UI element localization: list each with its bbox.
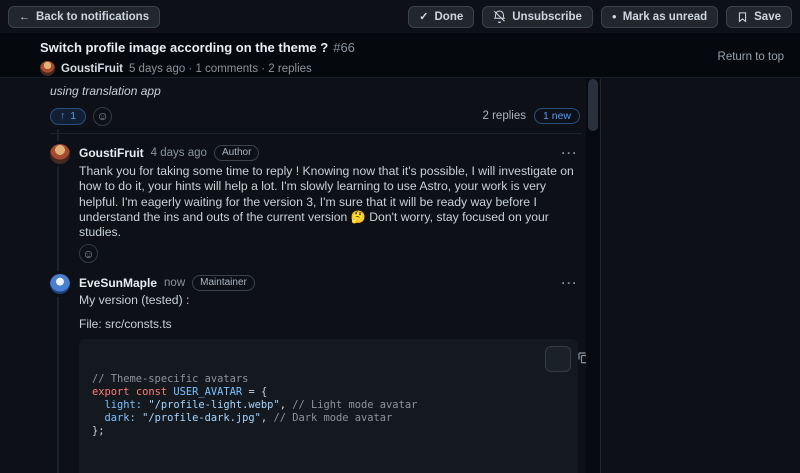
issue-title: Switch profile image according on the th… bbox=[40, 40, 328, 55]
issue-author-avatar[interactable] bbox=[40, 61, 55, 76]
reply-author-avatar[interactable] bbox=[50, 274, 70, 294]
copy-code-button[interactable] bbox=[545, 346, 571, 372]
issue-number: #66 bbox=[333, 40, 355, 55]
replies-count-label: 2 replies bbox=[483, 110, 526, 122]
done-label: Done bbox=[435, 11, 464, 23]
replies-summary: 2 replies 1 new bbox=[483, 108, 581, 124]
reply-header: GoustiFruit 4 days ago Author ··· bbox=[79, 144, 582, 162]
bell-slash-icon bbox=[493, 10, 506, 23]
upvote-button[interactable]: ↑ 1 bbox=[50, 108, 86, 125]
reply-author-name[interactable]: GoustiFruit bbox=[79, 146, 144, 160]
discussion-pane: using translation app ↑ 1 ☺ 2 replies 1 … bbox=[12, 79, 586, 473]
replies-divider bbox=[50, 133, 582, 134]
issue-meta-text: 5 days ago · 1 comments · 2 replies bbox=[129, 63, 312, 75]
unsubscribe-label: Unsubscribe bbox=[512, 11, 582, 23]
smiley-icon: ☺ bbox=[96, 109, 108, 123]
return-to-top-link[interactable]: Return to top bbox=[718, 51, 784, 77]
parent-comment-text: using translation app bbox=[50, 84, 582, 98]
issue-author-name[interactable]: GoustiFruit bbox=[61, 63, 123, 75]
reply-comment: EveSunMaple now Maintainer ··· My versio… bbox=[50, 274, 582, 473]
reply-comment: GoustiFruit 4 days ago Author ··· Thank … bbox=[50, 144, 582, 263]
issue-header: Switch profile image according on the th… bbox=[0, 33, 800, 78]
code-block-consts: // Theme-specific avatarsexport const US… bbox=[79, 339, 578, 473]
reply-reaction-row: ☺ bbox=[79, 244, 582, 263]
kebab-menu-icon[interactable]: ··· bbox=[562, 146, 579, 160]
add-reaction-button[interactable]: ☺ bbox=[79, 244, 98, 263]
mark-as-unread-label: Mark as unread bbox=[623, 11, 707, 23]
file-path-label: File: src/consts.ts bbox=[79, 317, 582, 332]
arrow-up-icon: ↑ bbox=[60, 110, 65, 122]
add-reaction-button[interactable]: ☺ bbox=[93, 107, 112, 126]
mark-as-unread-button[interactable]: ● Mark as unread bbox=[601, 6, 718, 28]
reply-content: EveSunMaple now Maintainer ··· My versio… bbox=[79, 274, 582, 473]
issue-title-row: Switch profile image according on the th… bbox=[40, 39, 355, 57]
copy-icon bbox=[526, 336, 586, 382]
back-button-label: Back to notifications bbox=[36, 11, 149, 23]
reply-header: EveSunMaple now Maintainer ··· bbox=[79, 274, 582, 292]
reply-author-avatar[interactable] bbox=[50, 144, 70, 164]
unsubscribe-button[interactable]: Unsubscribe bbox=[482, 6, 593, 28]
reply-timestamp: now bbox=[164, 277, 185, 289]
toolbar-actions: ✓ Done Unsubscribe ● Mark as unread Save bbox=[408, 6, 792, 28]
reply-author-name[interactable]: EveSunMaple bbox=[79, 276, 157, 290]
dot-icon: ● bbox=[612, 12, 617, 21]
maintainer-badge: Maintainer bbox=[192, 275, 255, 291]
reaction-buttons: ↑ 1 ☺ bbox=[50, 107, 112, 126]
scrollbar[interactable] bbox=[586, 79, 600, 473]
kebab-menu-icon[interactable]: ··· bbox=[562, 276, 579, 290]
issue-header-left: Switch profile image according on the th… bbox=[40, 39, 355, 77]
author-badge: Author bbox=[214, 145, 259, 161]
arrow-left-icon: ← bbox=[19, 11, 30, 23]
scrollbar-thumb[interactable] bbox=[588, 79, 598, 131]
parent-comment-footer: ↑ 1 ☺ 2 replies 1 new bbox=[50, 107, 582, 125]
issue-meta-row: GoustiFruit 5 days ago · 1 comments · 2 … bbox=[40, 61, 355, 76]
back-to-notifications-button[interactable]: ← Back to notifications bbox=[8, 6, 160, 28]
reply-timestamp: 4 days ago bbox=[151, 147, 207, 159]
smiley-icon: ☺ bbox=[82, 247, 94, 261]
reply-intro-text: My version (tested) : bbox=[79, 293, 582, 308]
upvote-count: 1 bbox=[70, 110, 76, 122]
new-replies-badge[interactable]: 1 new bbox=[534, 108, 580, 124]
reply-content: GoustiFruit 4 days ago Author ··· Thank … bbox=[79, 144, 582, 263]
reply-body-text: Thank you for taking some time to reply … bbox=[79, 164, 582, 240]
code-content: // Theme-specific avatarsexport const US… bbox=[92, 373, 565, 438]
bookmark-icon bbox=[737, 11, 748, 23]
save-label: Save bbox=[754, 11, 781, 23]
notification-toolbar: ← Back to notifications ✓ Done Unsubscri… bbox=[0, 0, 800, 33]
discussion-area: using translation app ↑ 1 ☺ 2 replies 1 … bbox=[0, 79, 800, 473]
empty-side-pane bbox=[600, 79, 800, 473]
done-button[interactable]: ✓ Done bbox=[408, 6, 474, 28]
save-button[interactable]: Save bbox=[726, 6, 792, 28]
check-icon: ✓ bbox=[419, 10, 428, 23]
